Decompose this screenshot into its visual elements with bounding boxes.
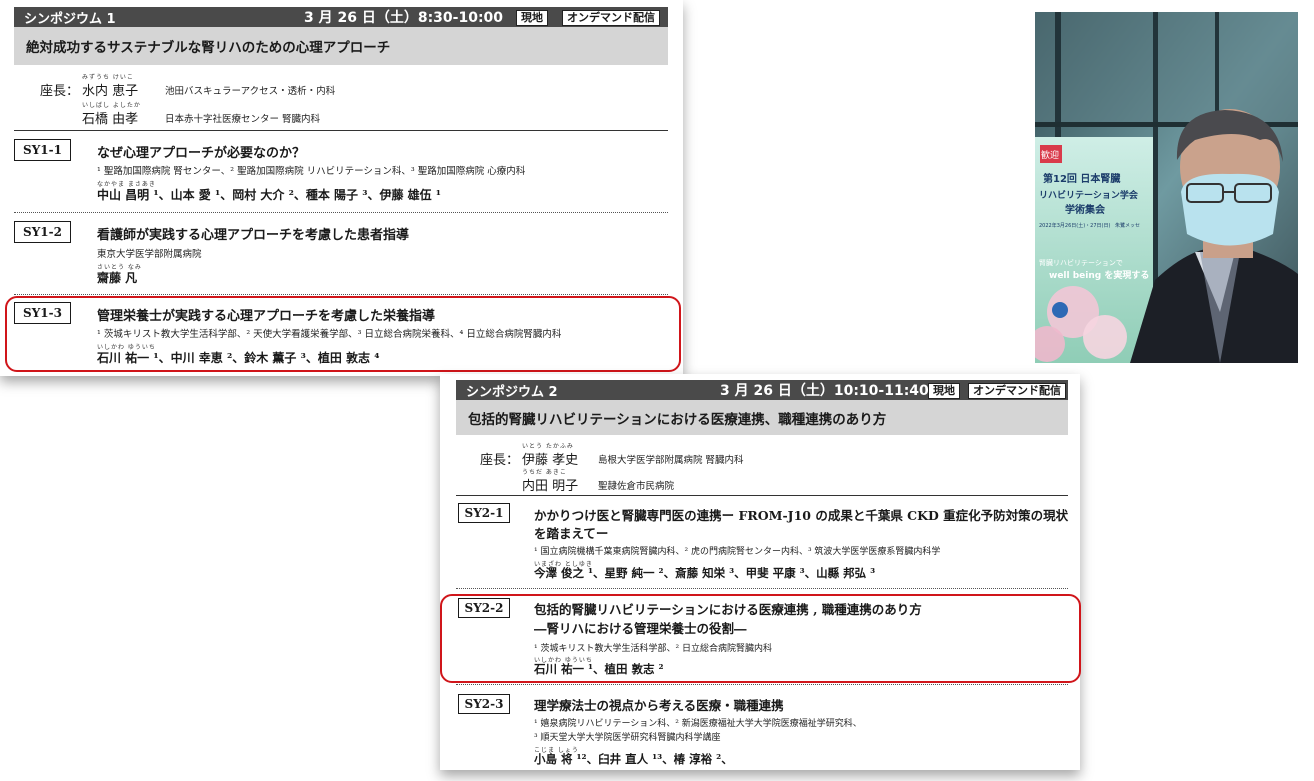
highlight-box-sy1-3 [5,296,681,372]
talk-authors-sy2-1: 今澤 俊之 ¹、星野 純一 ²、斎藤 知栄 ³、甲斐 平康 ³、山縣 邦弘 ³ [534,566,876,580]
symposium-1-header: シンポジウム 1 3 月 26 日（土）8:30-10:00 現地 オンデマンド… [14,7,668,27]
banner-dates: 2022年3月26日(土)・27日(日) [1039,222,1110,229]
talk-affiliation-sy2-1: ¹ 国立病院機構千葉東病院腎臓内科、² 虎の門病院腎センター内科、³ 筑波大学医… [534,547,941,557]
chair-2-affiliation: 日本赤十字社医療センター 腎臓内科 [165,114,321,125]
talk-title-sy1-1: なぜ心理アプローチが必要なのか？ [97,146,306,161]
chair-1-affiliation: 島根大学医学部附属病院 腎臓内科 [598,455,744,466]
symposium-1-label: シンポジウム 1 [24,11,116,27]
section-rule [456,495,1068,496]
banner-line-2: 第12回 日本腎臓 [1043,172,1120,185]
chair-2-name: 石橋 由孝 [82,112,139,127]
ondemand-badge: オンデマンド配信 [562,10,660,26]
symposium-2-panel: シンポジウム 2 3 月 26 日（土）10:10-11:40 現地 オンデマン… [440,374,1080,770]
speaker-photo-graphic: 歓迎 第12回 日本腎臓 リハビリテーション学会 学術集会 2022年3月26日… [1035,12,1298,363]
symposium-2-label: シンポジウム 2 [466,384,558,400]
chair-2-name: 内田 明子 [522,479,579,494]
talk-title-sy2-1: かかりつけ医と腎臓専門医の連携ー FROM-J10 の成果と千葉県 CKD 重症… [534,508,1069,523]
symposium-2-datetime: 3 月 26 日（土）10:10-11:40 [720,383,929,399]
onsite-badge: 現地 [516,10,548,26]
symposium-1-subtitle-text: 絶対成功するサステナブルな腎リハのための心理アプローチ [26,40,391,56]
banner-line-4: 学術集会 [1065,203,1105,216]
talk-affiliation-sy1-1: ¹ 聖路加国際病院 腎センター、² 聖路加国際病院 リハビリテーション科、³ 聖… [97,166,526,177]
talk-code-sy1-1: SY1-1 [14,139,71,161]
talk-affiliation-sy1-2: 東京大学医学部附属病院 [97,249,202,260]
ondemand-badge: オンデマンド配信 [968,383,1066,399]
banner-slogan: 腎臓リハビリテーションで [1039,258,1123,267]
chair-label: 座長： [480,453,520,468]
banner-slogan-2: well being を実現する [1049,269,1149,281]
talk-code-sy1-2: SY1-2 [14,221,71,243]
talk-affiliation-sy2-3-line2: ³ 順天堂大学大学院医学研究科腎臓内科学講座 [534,733,721,743]
symposium-2-header: シンポジウム 2 3 月 26 日（土）10:10-11:40 現地 オンデマン… [456,380,1068,400]
chair-2-affiliation: 聖隷佐倉市民病院 [598,481,675,492]
chair-1-name: 水内 恵子 [82,84,139,99]
banner-venue: 朱鷺メッセ [1115,222,1140,229]
chair-label: 座長： [40,84,80,99]
symposium-2-subtitle-text: 包括的腎臓リハビリテーションにおける医療連携、職種連携のあり方 [468,411,887,428]
chair-1-affiliation: 池田バスキュラーアクセス・透析・内科 [165,86,336,97]
symposium-1-datetime: 3 月 26 日（土）8:30-10:00 [304,10,504,26]
talk-title-sy2-3: 理学療法士の視点から考える医療・職種連携 [534,698,784,713]
talk-divider [456,588,1068,589]
talk-title-sy1-2: 看護師が実践する心理アプローチを考慮した患者指導 [97,228,410,243]
symposium-2-subtitle: 包括的腎臓リハビリテーションにおける医療連携、職種連携のあり方 [456,400,1068,435]
talk-divider [456,684,1068,685]
chair-1-name: 伊藤 孝史 [522,453,579,468]
onsite-badge: 現地 [928,383,960,399]
talk-authors-sy1-2: 齋藤 凡 [97,271,138,285]
talk-title-sy2-1-line2: を踏まえてー [534,526,609,541]
highlight-box-sy2-2 [440,594,1081,683]
banner-welcome: 歓迎 [1041,149,1059,161]
symposium-1-subtitle: 絶対成功するサステナブルな腎リハのための心理アプローチ [14,27,668,65]
talk-code-sy2-3: SY2-3 [458,694,510,714]
symposium-1-panel: シンポジウム 1 3 月 26 日（土）8:30-10:00 現地 オンデマンド… [0,0,683,376]
talk-affiliation-sy2-3: ¹ 嬉泉病院リハビリテーション科、² 新潟医療福祉大学大学院医療福祉学研究科、 [534,719,862,729]
section-rule [14,130,668,131]
talk-authors-sy2-3: 小島 将 ¹²、臼井 直人 ¹³、椿 淳裕 ²、 [534,752,733,766]
talk-divider [14,294,668,295]
talk-authors-sy1-1: 中山 昌明 ¹、山本 愛 ¹、岡村 大介 ²、種本 陽子 ³、伊藤 雄伍 ¹ [97,188,442,202]
talk-code-sy2-1: SY2-1 [458,503,510,523]
speaker-photo: 歓迎 第12回 日本腎臓 リハビリテーション学会 学術集会 2022年3月26日… [1035,12,1298,363]
banner-line-3: リハビリテーション学会 [1039,189,1139,201]
talk-divider [14,212,668,213]
